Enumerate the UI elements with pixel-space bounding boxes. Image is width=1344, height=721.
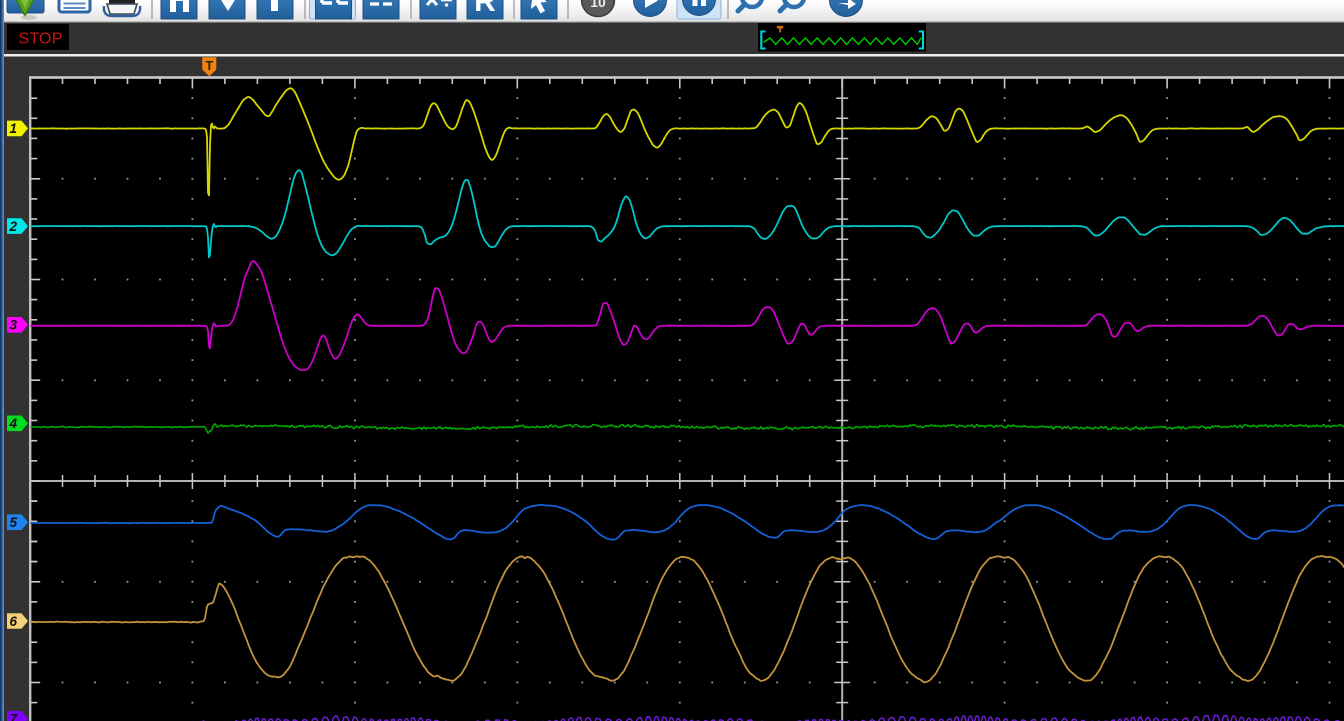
svg-text:5: 5 [9,515,17,530]
svg-text:2: 2 [8,219,17,234]
svg-text:4: 4 [8,416,17,431]
svg-text:R: R [474,0,496,18]
svg-text:6: 6 [9,614,17,629]
svg-text:T: T [205,59,213,73]
svg-text:3: 3 [9,318,17,333]
svg-text:STOP: STOP [19,31,63,48]
svg-text:1: 1 [9,121,17,136]
svg-text:10: 10 [590,0,606,10]
